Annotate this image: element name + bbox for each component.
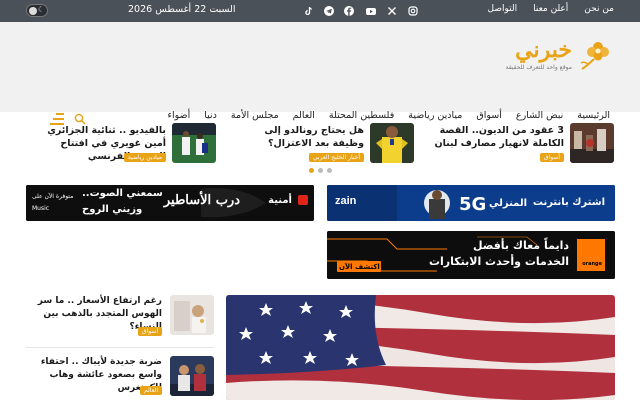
orange-ad-banner[interactable]: دايماً معاك بأفضل الخدمات وأحدث الابتكار… bbox=[327, 231, 615, 279]
zain-logo: zain bbox=[335, 195, 357, 207]
advertise-link[interactable]: أعلن معنا bbox=[533, 4, 568, 14]
category-badge[interactable]: أخبار الخليج العربي bbox=[308, 153, 364, 162]
umniah-ad-banner[interactable]: أمنية درب الأساطير سمعني الصوت.. وزيني ا… bbox=[26, 185, 314, 221]
carousel-slide[interactable]: بالفيديو .. ثنائية الجزائري أمين غويري ف… bbox=[36, 123, 216, 163]
facebook-icon[interactable] bbox=[342, 4, 356, 18]
current-date: السبت 22 أغسطس 2026 bbox=[128, 4, 236, 15]
umniah-ad-line2: وزيني الروح bbox=[82, 204, 143, 215]
carousel-dot-active[interactable] bbox=[309, 168, 314, 173]
youtube-icon[interactable] bbox=[364, 4, 378, 18]
logo-name: خبرني bbox=[515, 37, 572, 63]
slide-title[interactable]: 3 عقود من الديون.. القصة الكاملة لانهيار… bbox=[434, 124, 565, 150]
carousel-dot[interactable] bbox=[318, 168, 323, 173]
category-badge[interactable]: أسواق bbox=[539, 153, 564, 162]
zain-ad-text: اشترك بانترنت bbox=[532, 197, 605, 208]
carousel-slide[interactable]: هل يحتاج رونالدو إلى وظيفة بعد الاعتزال؟… bbox=[234, 123, 414, 163]
telegram-icon[interactable] bbox=[322, 4, 336, 18]
category-badge[interactable]: العالم bbox=[139, 386, 162, 395]
side-news-item[interactable]: ضربة جديدة لأيباك .. احتفاء واسع بصعود ع… bbox=[26, 356, 214, 400]
dark-mode-toggle[interactable]: ☾ bbox=[26, 4, 48, 17]
zain-home-label: المنزلي bbox=[489, 198, 528, 209]
nav-item-spotlight[interactable]: أضواء bbox=[168, 110, 191, 121]
umniah-ad-line1: سمعني الصوت.. bbox=[82, 188, 163, 199]
slide-title[interactable]: هل يحتاج رونالدو إلى وظيفة بعد الاعتزال؟ bbox=[234, 124, 364, 150]
news-divider bbox=[26, 347, 214, 348]
tiktok-icon[interactable] bbox=[302, 4, 316, 18]
about-link[interactable]: من نحن bbox=[584, 4, 614, 14]
slide-thumbnail bbox=[370, 123, 414, 163]
orange-ad-line1: دايماً معاك بأفضل bbox=[472, 239, 569, 252]
umniah-available-label: متوفرة الآن على bbox=[32, 193, 74, 200]
umniah-logo: أمنية bbox=[268, 195, 292, 206]
contact-link[interactable]: التواصل bbox=[488, 4, 518, 14]
toggle-knob bbox=[29, 7, 37, 15]
top-links: من نحن أعلن معنا التواصل bbox=[488, 4, 614, 14]
x-icon[interactable] bbox=[385, 4, 399, 18]
nav-item-palestine[interactable]: فلسطين المحتلة bbox=[329, 110, 394, 121]
side-news-item[interactable]: رغم ارتفاع الأسعار .. ما سر الهوس المتجد… bbox=[26, 295, 214, 345]
nav-item-donia[interactable]: دنيا bbox=[204, 110, 217, 121]
slide-thumbnail bbox=[172, 123, 216, 163]
orange-ad-line2: الخدمات وأحدث الابتكارات bbox=[428, 255, 569, 268]
logo-flower-icon bbox=[580, 42, 609, 70]
top-bar: من نحن أعلن معنا التواصل السبت 22 أغسطس … bbox=[0, 0, 640, 22]
fiveg-label: 5G bbox=[459, 194, 487, 215]
orange-logo: orange bbox=[582, 261, 602, 267]
nav-item-parliament[interactable]: مجلس الأمة bbox=[231, 110, 279, 121]
category-badge[interactable]: ميادين رياضية bbox=[123, 153, 166, 162]
zain-ad-banner[interactable]: zain 5G المنزلي اشترك بانترنت bbox=[327, 185, 615, 221]
social-links bbox=[222, 4, 418, 18]
nav-item-world[interactable]: العالم bbox=[293, 110, 315, 121]
nav-item-markets[interactable]: أسواق bbox=[476, 110, 502, 121]
site-logo[interactable]: خبرني موقع واحد للتعرف للحقيقة bbox=[474, 37, 614, 77]
orange-cta-button[interactable]: اكتشف الآن bbox=[339, 263, 380, 271]
main-navigation: الرئيسية نبض الشارع أسواق ميادين رياضية … bbox=[168, 110, 610, 121]
logo-tagline: موقع واحد للتعرف للحقيقة bbox=[505, 64, 572, 71]
carousel-dots bbox=[309, 168, 332, 173]
instagram-icon[interactable] bbox=[406, 4, 420, 18]
slide-thumbnail bbox=[570, 123, 614, 163]
apple-music-label: Music bbox=[32, 205, 50, 212]
nav-item-sports[interactable]: ميادين رياضية bbox=[408, 110, 462, 121]
news-thumbnail bbox=[170, 295, 214, 335]
news-thumbnail bbox=[170, 356, 214, 396]
hero-image[interactable] bbox=[226, 295, 615, 400]
category-badge[interactable]: أسواق bbox=[137, 327, 162, 336]
nav-item-street-pulse[interactable]: نبض الشارع bbox=[516, 110, 563, 121]
carousel-slide[interactable]: 3 عقود من الديون.. القصة الكاملة لانهيار… bbox=[434, 123, 614, 163]
site-header: خبرني موقع واحد للتعرف للحقيقة الرئيسية … bbox=[0, 22, 640, 125]
nav-item-home[interactable]: الرئيسية bbox=[577, 110, 610, 121]
moon-icon: ☾ bbox=[37, 5, 45, 14]
umniah-ad-title: درب الأساطير bbox=[163, 193, 240, 208]
carousel-dot[interactable] bbox=[327, 168, 332, 173]
